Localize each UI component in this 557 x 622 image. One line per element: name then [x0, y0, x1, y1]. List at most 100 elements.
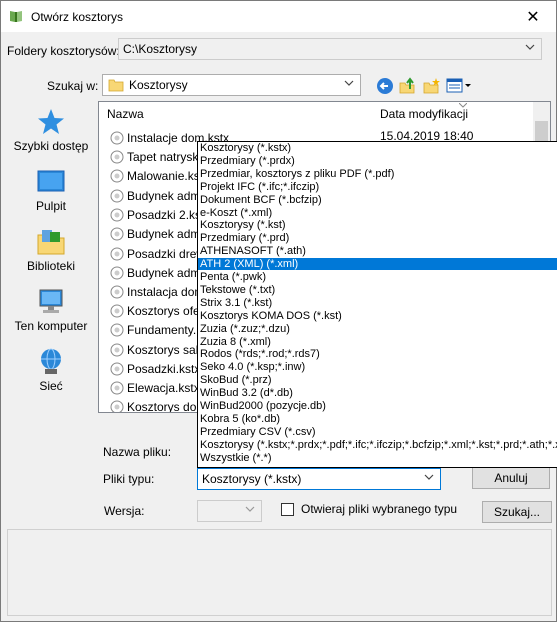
file-icon	[110, 362, 124, 376]
place-label: Szybki dostęp	[13, 139, 89, 153]
place-network[interactable]: Sieć	[8, 341, 94, 399]
back-button[interactable]	[374, 75, 396, 97]
file-name: Budynek adm	[127, 227, 201, 241]
file-name: Posadzki 2.kst	[127, 208, 205, 222]
up-folder-button[interactable]	[397, 75, 419, 97]
file-name: Budynek adm	[127, 266, 201, 280]
column-header-date[interactable]: Data modyfikacji	[372, 102, 534, 126]
new-folder-button[interactable]	[421, 75, 443, 97]
checkbox-label: Otwieraj pliki wybranego typu	[301, 502, 458, 516]
filetype-dropdown-list[interactable]: Kosztorysy (*.kstx) Przedmiary (*.prdx) …	[197, 141, 557, 468]
search-button[interactable]: Szukaj...	[482, 501, 552, 523]
chevron-down-icon	[245, 506, 255, 512]
folders-label: Foldery kosztorysów:	[7, 44, 120, 58]
filetype-option[interactable]: Projekt IFC (*.ifc;*.ifczip)	[198, 181, 557, 193]
close-icon: ✕	[526, 8, 540, 26]
open-dialog: Otwórz kosztorys ✕ Foldery kosztorysów: …	[0, 0, 557, 622]
back-arrow-icon	[377, 78, 393, 94]
libraries-icon	[37, 230, 65, 255]
place-libraries[interactable]: Biblioteki	[8, 221, 94, 279]
file-icon	[110, 247, 124, 261]
file-name: Posadzki.kstx	[127, 362, 201, 376]
cancel-button[interactable]: Anuluj	[472, 467, 550, 489]
place-label: Biblioteki	[26, 259, 76, 273]
filetype-option[interactable]: Kosztorysy (*.kstx)	[198, 142, 557, 154]
file-name: Instalacja dom	[127, 285, 205, 299]
file-icon	[110, 285, 124, 299]
view-menu-button[interactable]	[445, 75, 473, 97]
filetype-option[interactable]: Dokument BCF (*.bcfzip)	[198, 194, 557, 206]
folders-combo[interactable]: C:\Kosztorysy	[118, 38, 542, 60]
file-icon	[110, 189, 124, 203]
network-icon	[41, 348, 61, 374]
filetype-option[interactable]: ATHENASOFT (*.ath)	[198, 245, 557, 257]
open-selected-type-checkbox[interactable]	[281, 503, 294, 516]
filetype-option[interactable]: WinBud2000 (pozycje.db)	[198, 400, 557, 412]
file-icon	[110, 169, 124, 183]
file-icon	[110, 381, 124, 395]
filetype-option[interactable]: Seko 4.0 (*.ksp;*.inw)	[198, 361, 557, 373]
file-icon	[110, 343, 124, 357]
filetype-option[interactable]: e-Koszt (*.xml)	[198, 207, 557, 219]
place-label: Ten komputer	[14, 319, 88, 333]
search-label: Szukaj w:	[47, 79, 99, 93]
filetype-option[interactable]: Wszystkie (*.*)	[198, 452, 557, 464]
file-icon	[110, 131, 124, 145]
desktop-icon	[37, 170, 65, 192]
window-title: Otwórz kosztorys	[31, 10, 124, 24]
file-icon	[110, 323, 124, 337]
filetype-option[interactable]: Zuzia (*.zuz;*.dzu)	[198, 323, 557, 335]
computer-icon	[39, 289, 63, 313]
file-icon	[110, 227, 124, 241]
place-this-pc[interactable]: Ten komputer	[8, 281, 94, 339]
place-desktop[interactable]: Pulpit	[8, 161, 94, 219]
filetype-label: Pliki typu:	[103, 472, 155, 486]
file-name: Malowanie.ks	[127, 169, 200, 183]
filetype-option[interactable]: Strix 3.1 (*.kst)	[198, 297, 557, 309]
file-name: Budynek adm	[127, 189, 201, 203]
chevron-down-icon	[424, 474, 434, 480]
search-in-combo[interactable]: Kosztorysy	[102, 74, 361, 96]
filetype-option[interactable]: Przedmiary (*.prd)	[198, 232, 557, 244]
filetype-option-selected[interactable]: ATH 2 (XML) (*.xml)	[198, 258, 557, 271]
file-icon	[110, 304, 124, 318]
folder-icon	[108, 79, 124, 92]
column-header-name[interactable]: Nazwa	[99, 102, 372, 126]
filetype-option[interactable]: Kosztorysy (*.kstx;*.prdx;*.pdf;*.ifc;*.…	[198, 439, 557, 451]
filetype-option[interactable]: Zuzia 8 (*.xml)	[198, 336, 557, 348]
filetype-combo[interactable]: Kosztorysy (*.kstx)	[197, 468, 441, 490]
filetype-option[interactable]: WinBud 3.2 (d*.db)	[198, 387, 557, 399]
file-name: Kosztorys dom	[127, 400, 207, 413]
file-name: Posadzki drew	[127, 247, 206, 261]
file-icon	[110, 400, 124, 412]
filetype-option[interactable]: Przedmiary (*.prdx)	[198, 155, 557, 167]
filetype-option[interactable]: Rodos (*rds;*.rod;*.rds7)	[198, 348, 557, 360]
filetype-option[interactable]: Przedmiar, kosztorys z pliku PDF (*.pdf)	[198, 168, 557, 180]
search-in-value: Kosztorysy	[129, 78, 188, 92]
filetype-option[interactable]: SkoBud (*.prz)	[198, 374, 557, 386]
filetype-option[interactable]: Kosztorys KOMA DOS (*.kst)	[198, 310, 557, 322]
filetype-option[interactable]: Kosztorysy (*.kst)	[198, 219, 557, 231]
file-name: Kosztorys sala	[127, 343, 206, 357]
filetype-option[interactable]: Kobra 5 (ko*.db)	[198, 413, 557, 425]
version-label: Wersja:	[104, 504, 145, 518]
place-quick-access[interactable]: Szybki dostęp	[8, 101, 94, 159]
places-bar: Szybki dostęp Pulpit Biblioteki Ten komp…	[8, 101, 94, 431]
close-button[interactable]: ✕	[510, 1, 556, 32]
title-bar: Otwórz kosztorys ✕	[1, 1, 556, 32]
file-icon	[110, 208, 124, 222]
version-combo[interactable]	[197, 500, 262, 522]
file-name: Tapet natrysk	[127, 150, 199, 164]
place-label: Sieć	[39, 379, 63, 393]
filetype-option[interactable]: Tekstowe (*.txt)	[198, 284, 557, 296]
star-icon	[38, 109, 64, 134]
chevron-down-icon	[525, 44, 535, 50]
filename-label: Nazwa pliku:	[103, 445, 172, 459]
filetype-option[interactable]: Przedmiary CSV (*.csv)	[198, 426, 557, 438]
file-name: Elewacja.kstx	[127, 381, 200, 395]
preview-panel	[7, 529, 552, 616]
folders-value: C:\Kosztorysy	[123, 42, 198, 56]
filetype-option[interactable]: Penta (*.pwk)	[198, 271, 557, 283]
sort-chevron-icon	[459, 103, 467, 108]
file-name: Fundamenty.	[127, 323, 197, 337]
